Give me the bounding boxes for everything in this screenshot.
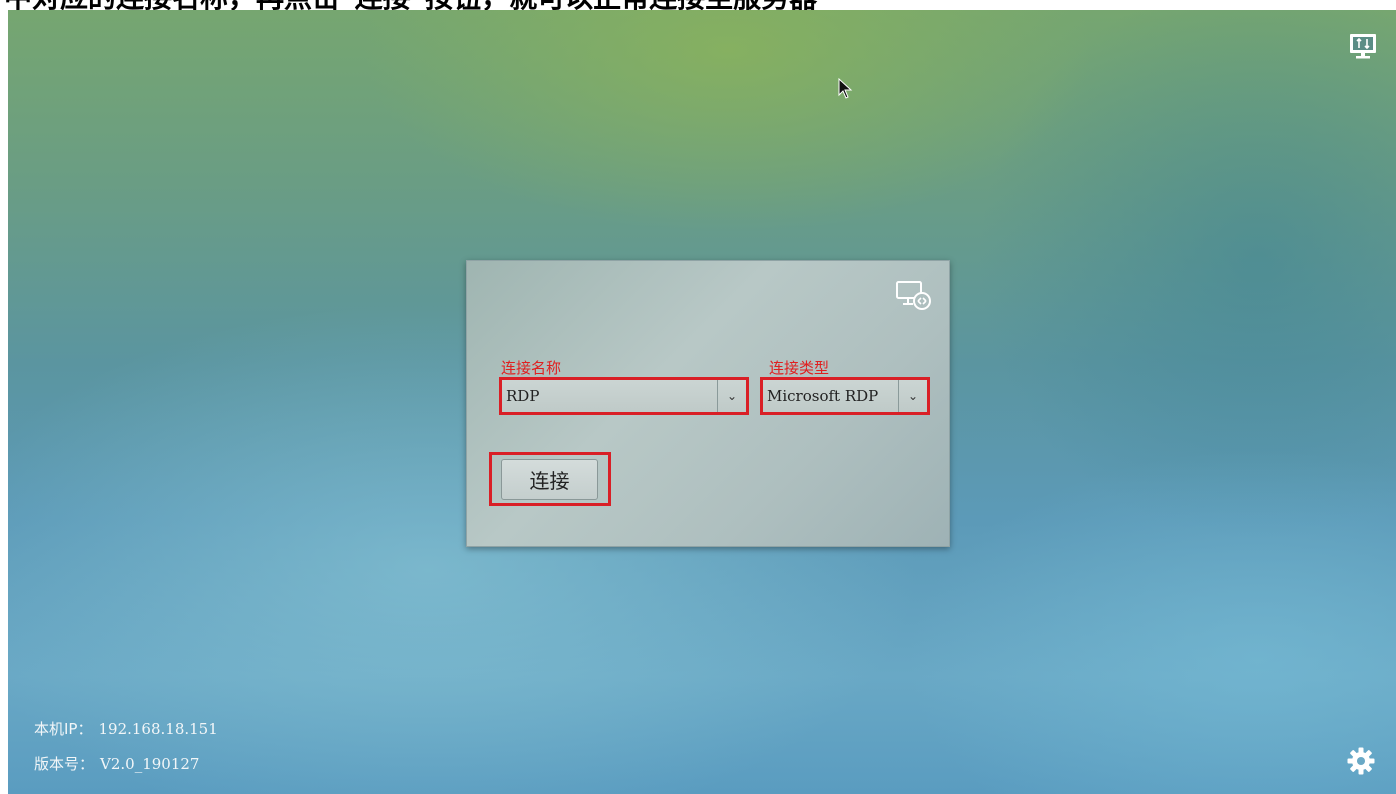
connection-type-select[interactable]: Microsoft RDP ⌄	[760, 377, 930, 415]
connect-button-highlight: 连接	[489, 452, 611, 506]
connection-name-label: 连接名称	[501, 359, 562, 377]
chevron-down-icon[interactable]: ⌄	[717, 380, 746, 412]
version-info: 版本号： V2.0_190127	[34, 753, 199, 774]
connection-type-value: Microsoft RDP	[767, 387, 879, 405]
version-label: 版本号：	[34, 755, 95, 773]
connection-name-select[interactable]: RDP ⌄	[499, 377, 749, 415]
version-value: V2.0_190127	[100, 755, 200, 773]
connection-name-value: RDP	[506, 387, 540, 405]
remote-desktop-icon	[895, 279, 933, 313]
gear-icon[interactable]	[1346, 746, 1376, 776]
local-ip-value: 192.168.18.151	[98, 720, 218, 738]
monitor-transfer-icon[interactable]	[1348, 32, 1378, 62]
connection-panel: 连接名称 连接类型 RDP ⌄ Microsoft RDP ⌄ 连接	[466, 260, 950, 547]
desktop-background: 连接名称 连接类型 RDP ⌄ Microsoft RDP ⌄ 连接 本机IP：…	[8, 10, 1396, 794]
local-ip-info: 本机IP： 192.168.18.151	[34, 718, 218, 739]
connect-button[interactable]: 连接	[501, 459, 598, 500]
local-ip-label: 本机IP：	[34, 720, 93, 738]
mouse-cursor-icon	[838, 77, 854, 100]
connection-type-label: 连接类型	[769, 359, 830, 377]
chevron-down-icon[interactable]: ⌄	[898, 380, 927, 412]
